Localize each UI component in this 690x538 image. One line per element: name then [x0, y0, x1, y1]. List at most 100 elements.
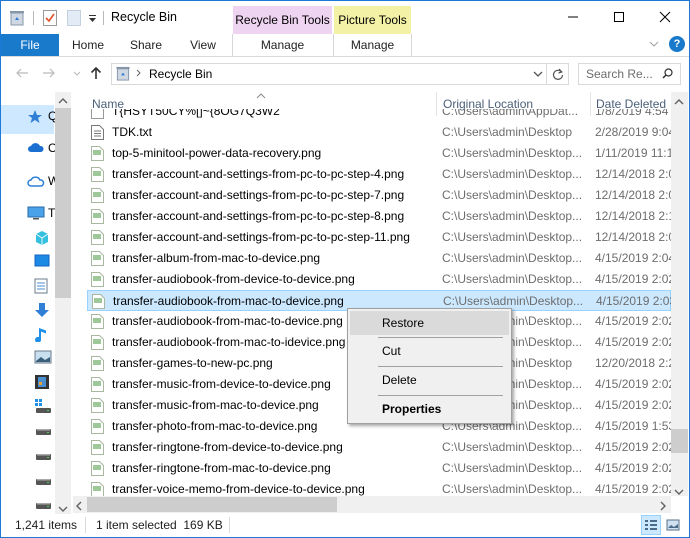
new-folder-quick-access-icon[interactable]	[67, 9, 81, 27]
large-icons-view-button[interactable]	[663, 515, 683, 535]
details-view-button[interactable]	[641, 515, 661, 535]
menu-item-restore[interactable]: Restore	[350, 311, 509, 335]
nav-scroll-up-button[interactable]	[58, 94, 68, 108]
customize-quick-access-dropdown-icon[interactable]	[88, 9, 97, 27]
file-date-deleted: 12/14/2018 2:10 PM	[595, 209, 671, 223]
address-history-dropdown[interactable]	[533, 68, 543, 82]
title-bar: Recycle Bin Recycle Bin Tools Picture To…	[1, 1, 689, 34]
window-title: Recycle Bin	[111, 10, 177, 24]
up-button[interactable]	[90, 66, 102, 83]
file-date-deleted: 4/15/2019 1:53 PM	[595, 419, 671, 433]
tab-file[interactable]: File	[1, 34, 59, 56]
file-name: TDK.txt	[112, 125, 153, 139]
minimize-button[interactable]	[550, 1, 596, 33]
file-row[interactable]: transfer-account-and-settings-from-pc-to…	[87, 164, 671, 185]
details-view-icon	[645, 520, 657, 530]
file-list-vertical-scroll-thumb[interactable]	[671, 429, 688, 453]
arrow-right-icon	[43, 68, 55, 78]
arrow-up-icon	[90, 66, 102, 79]
tab-home[interactable]: Home	[65, 34, 111, 56]
file-name: transfer-voice-memo-from-device-to-devic…	[112, 482, 365, 496]
file-row[interactable]: transfer-account-and-settings-from-pc-to…	[87, 185, 671, 206]
search-input[interactable]: Search Re...	[578, 63, 681, 85]
tab-manage-picture[interactable]: Manage	[334, 34, 411, 56]
chevron-down-icon	[533, 71, 543, 77]
pictures-icon	[34, 350, 56, 366]
expand-ribbon-button[interactable]	[649, 38, 659, 53]
quick-access-star-icon	[27, 109, 49, 125]
png-file-icon	[91, 230, 104, 245]
file-row[interactable]: transfer-audiobook-from-device-to-device…	[87, 269, 671, 290]
file-icon	[91, 109, 104, 119]
drive-icon	[34, 476, 56, 492]
png-file-icon	[91, 314, 104, 329]
text-file-icon	[91, 125, 104, 140]
tab-view[interactable]: View	[181, 34, 225, 56]
properties-quick-access-icon[interactable]	[43, 9, 57, 27]
tab-manage-recycle-bin[interactable]: Manage	[233, 34, 332, 56]
maximize-icon	[614, 12, 624, 22]
tab-share[interactable]: Share	[123, 34, 169, 56]
file-row[interactable]: TDK.txt C:\Users\admin\Desktop 2/28/2019 9…	[87, 122, 671, 143]
file-date-deleted: 1/11/2019 11:16 AM	[595, 146, 671, 160]
recent-locations-button[interactable]	[73, 66, 81, 82]
file-original-location: C:\Users\admin\Desktop...	[442, 167, 583, 181]
file-row[interactable]: transfer-voice-memo-from-device-to-devic…	[87, 479, 671, 496]
recycle-bin-tools-header: Recycle Bin Tools	[233, 6, 332, 34]
menu-item-delete[interactable]: Delete	[350, 368, 509, 392]
file-original-location: C:\Users\admin\Desktop...	[442, 440, 583, 454]
file-row[interactable]: transfer-account-and-settings-from-pc-to…	[87, 227, 671, 248]
list-scroll-down-button[interactable]	[674, 485, 684, 499]
selection-info: 1 item selected 169 KB	[96, 518, 223, 532]
png-file-icon	[91, 440, 104, 455]
file-list: Name Original Location Date Deleted T{HS…	[73, 92, 689, 514]
menu-item-properties[interactable]: Properties	[350, 397, 509, 421]
refresh-button[interactable]	[546, 64, 568, 84]
menu-item-cut[interactable]: Cut	[350, 339, 509, 363]
address-bar[interactable]: Recycle Bin	[111, 63, 569, 85]
list-scroll-right-button[interactable]	[659, 500, 667, 514]
file-original-location: C:\Users\admin\Desktop...	[442, 461, 583, 475]
list-scroll-left-button[interactable]	[75, 500, 83, 514]
back-button[interactable]	[15, 66, 29, 82]
file-row[interactable]: top-5-minitool-power-data-recovery.png C:…	[87, 143, 671, 164]
status-bar: 1,241 items 1 item selected 169 KB	[1, 514, 689, 537]
breadcrumb-chevron-icon	[136, 67, 142, 82]
file-original-location: C:\Users\admin\Desktop...	[442, 230, 583, 244]
file-original-location: C:\Users\admin\Desktop...	[442, 188, 583, 202]
close-button[interactable]	[642, 1, 688, 33]
file-name: transfer-games-to-new-pc.png	[112, 356, 273, 370]
file-name: transfer-audiobook-from-mac-to-idevice.p…	[112, 335, 346, 349]
file-date-deleted: 4/15/2019 2:02 PM	[595, 314, 671, 328]
file-row[interactable]: transfer-ringtone-from-device-to-device.…	[87, 437, 671, 458]
file-row[interactable]: transfer-album-from-mac-to-device.png C:\…	[87, 248, 671, 269]
png-file-icon	[91, 272, 104, 287]
file-date-deleted: 4/15/2019 2:02 PM	[595, 377, 671, 391]
wps-cloud-icon	[27, 174, 49, 190]
nav-pane-scroll-thumb[interactable]	[55, 108, 71, 298]
maximize-button[interactable]	[596, 1, 642, 33]
png-file-icon	[91, 461, 104, 476]
desktop-icon	[34, 254, 56, 270]
breadcrumb-recycle-bin[interactable]: Recycle Bin	[149, 67, 212, 81]
file-name: transfer-account-and-settings-from-pc-to…	[112, 167, 405, 181]
file-name: transfer-account-and-settings-from-pc-to…	[112, 209, 405, 223]
file-list-horizontal-scroll-thumb[interactable]	[87, 497, 337, 512]
file-date-deleted: 12/20/2018 2:25 PM	[595, 356, 671, 370]
file-name: transfer-account-and-settings-from-pc-to…	[112, 230, 410, 244]
list-scroll-up-button[interactable]	[674, 95, 684, 109]
file-row[interactable]: T{HSYT50CY%[]~{8OG7Q3W2 C:\Users\admin\Ap…	[87, 109, 671, 122]
file-original-location: C:\Users\admin\Desktop	[442, 125, 573, 139]
chevron-right-icon	[660, 501, 666, 511]
help-button[interactable]: ?	[669, 36, 685, 52]
file-rows: T{HSYT50CY%[]~{8OG7Q3W2 C:\Users\admin\Ap…	[73, 109, 671, 496]
recycle-bin-location-icon	[116, 66, 130, 84]
file-date-deleted: 1/8/2019 4:54 PM	[595, 109, 671, 118]
file-row[interactable]: transfer-ringtone-from-mac-to-device.png…	[87, 458, 671, 479]
png-file-icon	[91, 335, 104, 350]
search-icon	[662, 68, 673, 82]
forward-button[interactable]	[42, 66, 56, 82]
chevron-up-icon	[58, 98, 68, 104]
file-row[interactable]: transfer-account-and-settings-from-pc-to…	[87, 206, 671, 227]
file-date-deleted: 4/15/2019 2:03 PM	[596, 294, 671, 308]
